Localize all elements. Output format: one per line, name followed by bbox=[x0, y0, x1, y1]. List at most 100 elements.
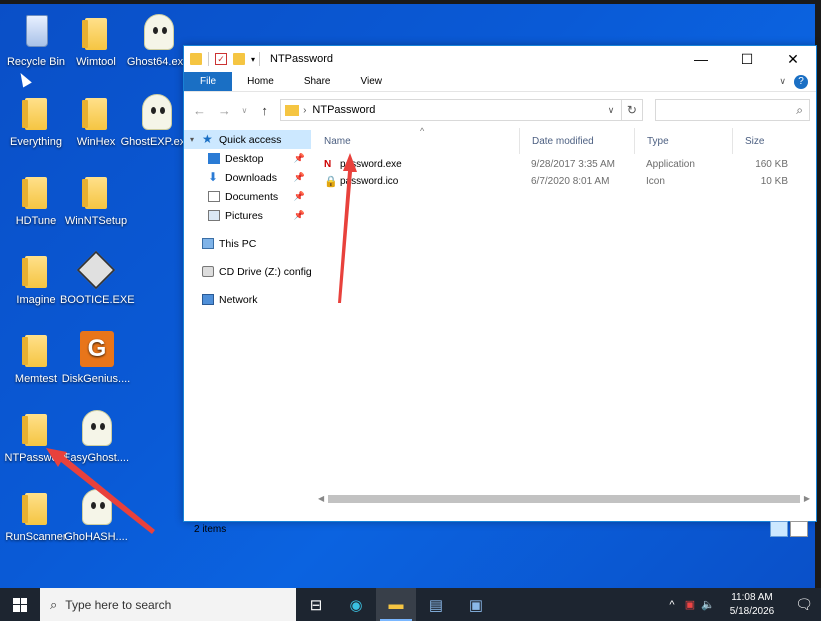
desktop-icon-label: GhoHASH.... bbox=[64, 531, 128, 543]
desktop-icon-label: RunScanner bbox=[5, 531, 67, 543]
scroll-left-icon[interactable]: ◀ bbox=[318, 494, 324, 503]
clock-time: 11:08 AM bbox=[731, 591, 773, 603]
refresh-button[interactable]: ↻ bbox=[621, 99, 643, 121]
nav-item-desktop[interactable]: Desktop 📌 bbox=[184, 149, 311, 168]
tab-file[interactable]: File bbox=[184, 72, 233, 91]
item-count: 2 items bbox=[194, 523, 227, 535]
tab-view[interactable]: View bbox=[346, 72, 398, 91]
table-row[interactable]: N password.exe 9/28/2017 3:35 AM Applica… bbox=[312, 156, 816, 173]
edge-browser-icon[interactable]: ◉ bbox=[336, 588, 376, 621]
search-icon: ⌕ bbox=[796, 102, 803, 117]
search-input[interactable]: ⌕ bbox=[654, 99, 810, 121]
search-placeholder: Type here to search bbox=[65, 597, 172, 612]
toolbar-divider bbox=[208, 52, 209, 66]
nav-item-label: This PC bbox=[219, 237, 257, 250]
column-headers: ^ Name Date modified Type Size bbox=[312, 126, 816, 154]
expand-ribbon-icon[interactable]: ∨ bbox=[779, 76, 786, 87]
address-bar[interactable]: › NTPassword ∨ bbox=[280, 99, 622, 121]
nav-quick-access[interactable]: ▾ ★ Quick access bbox=[184, 130, 311, 149]
help-icon[interactable]: ? bbox=[794, 74, 808, 89]
large-icons-view-button[interactable] bbox=[790, 521, 808, 537]
disk-icon bbox=[76, 250, 116, 290]
nav-item-label: Network bbox=[219, 293, 258, 306]
desktop-icon-ghostexp[interactable]: GhostEXP.exe bbox=[120, 92, 192, 148]
download-icon: ⬇ bbox=[208, 170, 219, 184]
folder-icon bbox=[82, 177, 107, 209]
new-folder-icon[interactable] bbox=[233, 53, 245, 65]
desktop-icon-label: WinHex bbox=[76, 136, 116, 148]
column-name[interactable]: Name bbox=[312, 128, 519, 154]
file-name: password.exe bbox=[340, 159, 402, 170]
properties-icon[interactable]: ✓ bbox=[215, 53, 227, 65]
desktop-icon-winntsetup[interactable]: WinNTSetup bbox=[60, 171, 132, 227]
column-type[interactable]: Type bbox=[634, 128, 732, 154]
desktop-icon-label: DiskGenius.... bbox=[61, 373, 131, 385]
nav-item-downloads[interactable]: ⬇ Downloads 📌 bbox=[184, 168, 311, 187]
diskgenius-taskbar-icon[interactable]: ▤ bbox=[416, 588, 456, 621]
scroll-right-icon[interactable]: ▶ bbox=[804, 494, 810, 503]
horizontal-scrollbar[interactable]: ◀ ▶ bbox=[312, 493, 816, 504]
folder-icon bbox=[22, 177, 47, 209]
desktop-icon-label: Recycle Bin bbox=[6, 56, 66, 68]
folder-icon bbox=[22, 335, 47, 367]
diskgenius-icon: G bbox=[80, 331, 114, 367]
ghost-icon bbox=[82, 410, 112, 446]
table-row[interactable]: 🔒 password.ico 6/7/2020 8:01 AM Icon 10 … bbox=[312, 173, 816, 190]
notifications-icon[interactable]: 🗨 bbox=[787, 596, 821, 613]
show-hidden-icons-icon[interactable]: ^ bbox=[665, 599, 679, 611]
navigation-pane: ▾ ★ Quick access Desktop 📌 ⬇ Downloads 📌… bbox=[184, 128, 312, 518]
recent-locations-icon[interactable]: ∨ bbox=[240, 106, 249, 115]
ghost-hash-icon bbox=[82, 489, 112, 525]
recycle-bin-icon bbox=[26, 15, 48, 47]
taskbar-search-box[interactable]: ⌕ Type here to search bbox=[40, 588, 296, 621]
desktop-icon-ghohash[interactable]: GhoHASH.... bbox=[60, 487, 132, 543]
ghost-explorer-icon bbox=[142, 94, 172, 130]
computer-taskbar-icon[interactable]: ▣ bbox=[456, 588, 496, 621]
breadcrumb-chevron-icon[interactable]: › bbox=[303, 105, 306, 116]
tab-home[interactable]: Home bbox=[232, 72, 289, 91]
desktop-icon-label: WinNTSetup bbox=[64, 215, 128, 227]
volume-muted-icon[interactable]: 🔈 bbox=[701, 598, 715, 611]
taskbar: ⌕ Type here to search ⊟ ◉ ▬ ▤ ▣ ^ ▣ 🔈 11… bbox=[0, 588, 821, 621]
maximize-button[interactable]: ☐ bbox=[724, 46, 770, 72]
nav-this-pc[interactable]: This PC bbox=[184, 234, 311, 253]
pin-icon: 📌 bbox=[293, 172, 305, 182]
nav-item-documents[interactable]: Documents 📌 bbox=[184, 187, 311, 206]
desktop-icon-easyghost[interactable]: EasyGhost.... bbox=[60, 408, 132, 464]
desktop-icon-diskgenius[interactable]: G DiskGenius.... bbox=[60, 329, 132, 385]
close-button[interactable]: ✕ bbox=[770, 46, 816, 72]
nav-network[interactable]: Network bbox=[184, 290, 311, 309]
customize-toolbar-icon[interactable]: ▾ bbox=[251, 55, 255, 64]
tab-share[interactable]: Share bbox=[289, 72, 346, 91]
column-size[interactable]: Size bbox=[732, 128, 794, 154]
folder-icon bbox=[285, 104, 300, 116]
back-arrow-icon[interactable]: ← bbox=[190, 103, 209, 118]
pin-icon: 📌 bbox=[293, 191, 305, 201]
file-explorer-icon[interactable]: ▬ bbox=[376, 588, 416, 621]
forward-arrow-icon[interactable]: → bbox=[215, 103, 234, 118]
network-error-icon[interactable]: ▣ bbox=[683, 598, 697, 611]
start-button[interactable] bbox=[0, 588, 40, 621]
windows-logo-icon bbox=[13, 597, 27, 612]
desktop-icon-bootice[interactable]: BOOTICE.EXE bbox=[60, 250, 135, 306]
clock[interactable]: 11:08 AM 5/18/2026 bbox=[717, 591, 787, 619]
scrollbar-thumb[interactable] bbox=[328, 494, 800, 503]
up-arrow-icon[interactable]: ↑ bbox=[255, 103, 274, 118]
nav-cd-drive[interactable]: CD Drive (Z:) config-2 bbox=[184, 262, 311, 281]
task-view-icon[interactable]: ⊟ bbox=[296, 588, 336, 621]
nav-item-pictures[interactable]: Pictures 📌 bbox=[184, 206, 311, 225]
address-row: ← → ∨ ↑ › NTPassword ∨ ↻ ⌕ bbox=[184, 92, 816, 128]
toolbar-divider bbox=[259, 52, 261, 66]
breadcrumb[interactable]: NTPassword bbox=[312, 104, 375, 116]
details-view-button[interactable] bbox=[770, 521, 788, 537]
title-bar[interactable]: ✓ ▾ NTPassword — ☐ ✕ bbox=[184, 46, 816, 72]
clock-date: 5/18/2026 bbox=[729, 605, 775, 617]
column-date-modified[interactable]: Date modified bbox=[519, 128, 634, 154]
ntpassword-exe-icon: N bbox=[324, 158, 332, 170]
explorer-window: ✓ ▾ NTPassword — ☐ ✕ File Home Share Vie… bbox=[183, 45, 817, 537]
address-dropdown-icon[interactable]: ∨ bbox=[601, 105, 621, 116]
search-icon: ⌕ bbox=[50, 596, 58, 612]
expand-caret-icon[interactable]: ▾ bbox=[190, 135, 194, 144]
folder-icon bbox=[82, 18, 107, 50]
minimize-button[interactable]: — bbox=[678, 46, 724, 72]
